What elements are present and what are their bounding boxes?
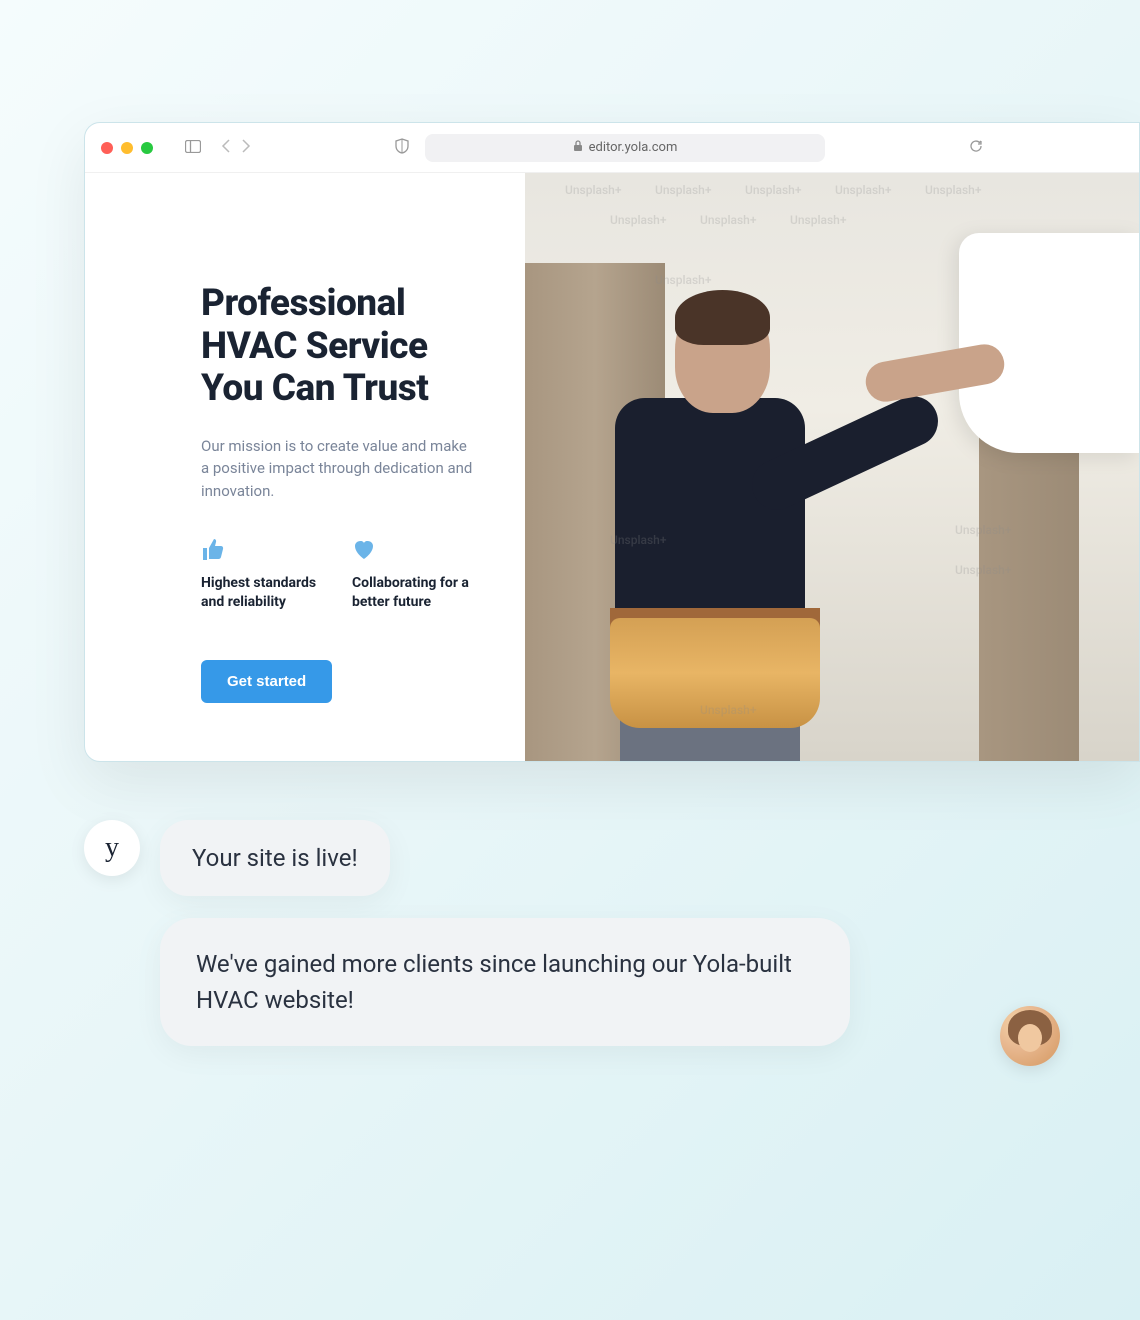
- watermark-text: Unsplash+: [700, 213, 756, 227]
- feature-collaborating: Collaborating for a better future: [352, 538, 475, 612]
- feature-text: Highest standards and reliability: [201, 574, 324, 612]
- nav-arrows: [221, 138, 251, 157]
- watermark-text: Unsplash+: [610, 533, 666, 547]
- user-avatar: [1000, 1006, 1060, 1066]
- get-started-button[interactable]: Get started: [201, 660, 332, 703]
- heart-icon: [352, 538, 475, 560]
- minimize-window-button[interactable]: [121, 142, 133, 154]
- chat-row-user: We've gained more clients since launchin…: [84, 918, 1000, 1046]
- yola-avatar: y: [84, 820, 140, 876]
- feature-text: Collaborating for a better future: [352, 574, 475, 612]
- address-bar[interactable]: editor.yola.com: [425, 134, 825, 162]
- features-row: Highest standards and reliability Collab…: [201, 538, 475, 612]
- chat-bubble-system: Your site is live!: [160, 820, 390, 896]
- page-content: Professional HVAC Service You Can Trust …: [85, 173, 1139, 761]
- watermark-text: Unsplash+: [790, 213, 846, 227]
- watermark-text: Unsplash+: [925, 183, 981, 197]
- chat-bubble-testimonial: We've gained more clients since launchin…: [160, 918, 850, 1046]
- watermark-text: Unsplash+: [835, 183, 891, 197]
- watermark-text: Unsplash+: [955, 523, 1011, 537]
- lock-icon: [573, 140, 583, 156]
- thumbs-up-icon: [201, 538, 324, 560]
- watermark-text: Unsplash+: [655, 183, 711, 197]
- hero-image: Unsplash+ Unsplash+ Unsplash+ Unsplash+ …: [525, 173, 1139, 761]
- hero-description: Our mission is to create value and make …: [201, 435, 475, 503]
- watermark-text: Unsplash+: [655, 273, 711, 287]
- watermark-text: Unsplash+: [955, 563, 1011, 577]
- yola-logo: y: [105, 832, 119, 864]
- watermark-text: Unsplash+: [745, 183, 801, 197]
- sidebar-toggle-icon[interactable]: [185, 138, 201, 157]
- watermark-text: Unsplash+: [610, 213, 666, 227]
- hero-title: Professional HVAC Service You Can Trust: [201, 283, 475, 411]
- hero-panel: Professional HVAC Service You Can Trust …: [85, 173, 525, 761]
- chat-row-yola: y Your site is live!: [84, 820, 1000, 896]
- watermark-text: Unsplash+: [565, 183, 621, 197]
- maximize-window-button[interactable]: [141, 142, 153, 154]
- window-controls: [101, 142, 153, 154]
- chat-area: y Your site is live! We've gained more c…: [84, 820, 1000, 1046]
- browser-toolbar: editor.yola.com: [85, 123, 1139, 173]
- privacy-shield-icon[interactable]: [395, 138, 409, 158]
- browser-window: editor.yola.com Professional HVAC Servic…: [84, 122, 1140, 762]
- close-window-button[interactable]: [101, 142, 113, 154]
- url-text: editor.yola.com: [589, 140, 678, 155]
- forward-button[interactable]: [242, 138, 251, 157]
- watermark-text: Unsplash+: [700, 703, 756, 717]
- refresh-icon[interactable]: [969, 138, 983, 157]
- feature-standards: Highest standards and reliability: [201, 538, 324, 612]
- back-button[interactable]: [221, 138, 230, 157]
